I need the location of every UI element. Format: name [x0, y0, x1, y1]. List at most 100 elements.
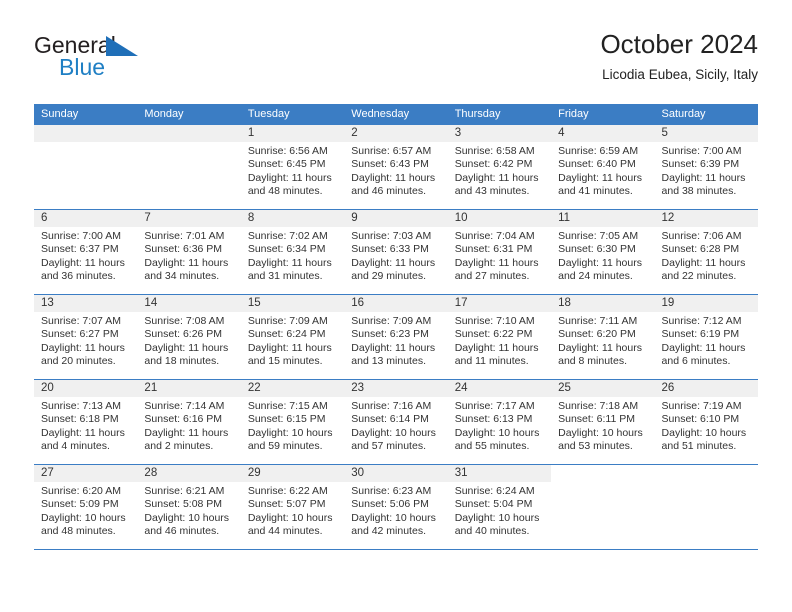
calendar-cell-day-28[interactable]: 28 Sunrise: 6:21 AM Sunset: 5:08 PM Dayligh…	[137, 464, 241, 550]
day-cell: 11 Sunrise: 7:05 AM Sunset: 6:30 PM Dayligh…	[551, 210, 655, 294]
calendar-cell-day-21[interactable]: 21 Sunrise: 7:14 AM Sunset: 6:16 PM Dayligh…	[137, 379, 241, 465]
day-cell: 4 Sunrise: 6:59 AM Sunset: 6:40 PM Daylight…	[551, 125, 655, 209]
sunrise-text: Sunrise: 7:09 AM	[351, 315, 432, 327]
day-cell	[137, 125, 241, 209]
day-cell: 28 Sunrise: 6:21 AM Sunset: 5:08 PM Dayligh…	[137, 465, 241, 549]
calendar-cell-day-19[interactable]: 19 Sunrise: 7:12 AM Sunset: 6:19 PM Dayligh…	[654, 294, 758, 380]
calendar-cell-day-7[interactable]: 7 Sunrise: 7:01 AM Sunset: 6:36 PM Daylight…	[137, 209, 241, 295]
day-number: 20	[34, 380, 138, 397]
calendar-cell-empty	[34, 125, 138, 210]
daylight-text: Daylight: 10 hours and 40 minutes.	[454, 511, 540, 537]
calendar-week-row: 6 Sunrise: 7:00 AM Sunset: 6:37 PM Daylight…	[34, 209, 758, 295]
day-details: Sunrise: 6:58 AM Sunset: 6:42 PM Daylight:…	[448, 142, 551, 198]
calendar-cell-day-2[interactable]: 2 Sunrise: 6:57 AM Sunset: 6:43 PM Daylight…	[344, 125, 448, 210]
page-title: October 2024	[600, 29, 758, 59]
day-cell: 30 Sunrise: 6:23 AM Sunset: 5:06 PM Dayligh…	[344, 465, 448, 549]
day-details: Sunrise: 6:21 AM Sunset: 5:08 PM Daylight:…	[137, 482, 240, 538]
day-details: Sunrise: 7:01 AM Sunset: 6:36 PM Daylight:…	[137, 227, 240, 283]
daylight-text: Daylight: 10 hours and 44 minutes.	[247, 511, 333, 537]
brand-logo[interactable]: General Blue	[34, 32, 224, 90]
calendar-cell-day-11[interactable]: 11 Sunrise: 7:05 AM Sunset: 6:30 PM Dayligh…	[551, 209, 655, 295]
sunset-text: Sunset: 6:37 PM	[41, 243, 119, 256]
calendar-cell-day-23[interactable]: 23 Sunrise: 7:16 AM Sunset: 6:14 PM Dayligh…	[344, 379, 448, 465]
day-number: 15	[240, 295, 345, 312]
day-cell: 24 Sunrise: 7:17 AM Sunset: 6:13 PM Dayligh…	[447, 380, 552, 464]
calendar-cell-day-4[interactable]: 4 Sunrise: 6:59 AM Sunset: 6:40 PM Daylight…	[551, 125, 655, 210]
calendar-week-row: 27 Sunrise: 6:20 AM Sunset: 5:09 PM Dayligh…	[34, 464, 758, 550]
daylight-text: Daylight: 11 hours and 41 minutes.	[558, 171, 642, 197]
sunset-text: Sunset: 5:07 PM	[247, 498, 326, 511]
day-cell: 12 Sunrise: 7:06 AM Sunset: 6:28 PM Dayligh…	[654, 210, 758, 294]
sunset-text: Sunset: 5:08 PM	[144, 498, 223, 511]
calendar-cell-day-25[interactable]: 25 Sunrise: 7:18 AM Sunset: 6:11 PM Dayligh…	[551, 379, 655, 465]
sunrise-text: Sunrise: 7:16 AM	[351, 400, 432, 412]
calendar-cell-day-5[interactable]: 5 Sunrise: 7:00 AM Sunset: 6:39 PM Daylight…	[654, 125, 758, 210]
sunset-text: Sunset: 6:14 PM	[351, 413, 429, 426]
calendar-cell-day-15[interactable]: 15 Sunrise: 7:09 AM Sunset: 6:24 PM Dayligh…	[240, 294, 345, 380]
sunset-text: Sunset: 6:28 PM	[661, 243, 740, 256]
calendar-cell-day-3[interactable]: 3 Sunrise: 6:58 AM Sunset: 6:42 PM Daylight…	[447, 125, 552, 210]
calendar-cell-day-26[interactable]: 26 Sunrise: 7:19 AM Sunset: 6:10 PM Dayligh…	[654, 379, 758, 465]
daylight-text: Daylight: 11 hours and 11 minutes.	[454, 341, 539, 367]
calendar-cell-day-16[interactable]: 16 Sunrise: 7:09 AM Sunset: 6:23 PM Dayligh…	[344, 294, 448, 380]
calendar-cell-day-12[interactable]: 12 Sunrise: 7:06 AM Sunset: 6:28 PM Dayligh…	[654, 209, 758, 295]
day-number: 19	[654, 295, 758, 312]
sunrise-text: Sunrise: 7:17 AM	[454, 400, 535, 412]
daylight-text: Daylight: 11 hours and 31 minutes.	[247, 256, 332, 282]
sunrise-text: Sunrise: 7:15 AM	[247, 400, 328, 412]
calendar-cell-day-31[interactable]: 31 Sunrise: 6:24 AM Sunset: 5:04 PM Dayligh…	[447, 464, 552, 550]
calendar-cell-day-8[interactable]: 8 Sunrise: 7:02 AM Sunset: 6:34 PM Daylight…	[240, 209, 345, 295]
day-details: Sunrise: 6:56 AM Sunset: 6:45 PM Daylight:…	[241, 142, 344, 198]
sunset-text: Sunset: 6:42 PM	[454, 158, 533, 171]
day-cell: 25 Sunrise: 7:18 AM Sunset: 6:11 PM Dayligh…	[551, 380, 655, 464]
calendar-table: Sunday Monday Tuesday Wednesday Thursday Frid…	[34, 104, 758, 550]
calendar-cell-day-18[interactable]: 18 Sunrise: 7:11 AM Sunset: 6:20 PM Dayligh…	[551, 294, 655, 380]
day-details: Sunrise: 7:03 AM Sunset: 6:33 PM Daylight:…	[344, 227, 447, 283]
calendar-cell-day-24[interactable]: 24 Sunrise: 7:17 AM Sunset: 6:13 PM Dayligh…	[447, 379, 552, 465]
day-number: 23	[344, 380, 448, 397]
daylight-text: Daylight: 11 hours and 15 minutes.	[247, 341, 332, 367]
calendar-cell-day-6[interactable]: 6 Sunrise: 7:00 AM Sunset: 6:37 PM Daylight…	[34, 209, 138, 295]
sunset-text: Sunset: 6:34 PM	[247, 243, 326, 256]
calendar-cell-day-30[interactable]: 30 Sunrise: 6:23 AM Sunset: 5:06 PM Dayligh…	[344, 464, 448, 550]
sunset-text: Sunset: 6:43 PM	[351, 158, 429, 171]
calendar-cell-day-20[interactable]: 20 Sunrise: 7:13 AM Sunset: 6:18 PM Dayligh…	[34, 379, 138, 465]
calendar-cell-day-9[interactable]: 9 Sunrise: 7:03 AM Sunset: 6:33 PM Daylight…	[344, 209, 448, 295]
sunrise-text: Sunrise: 7:09 AM	[247, 315, 328, 327]
calendar-body: 1 Sunrise: 6:56 AM Sunset: 6:45 PM Daylight…	[34, 125, 758, 550]
day-details: Sunrise: 7:14 AM Sunset: 6:16 PM Daylight:…	[137, 397, 240, 453]
day-details: Sunrise: 7:10 AM Sunset: 6:22 PM Daylight:…	[448, 312, 551, 368]
day-details: Sunrise: 7:05 AM Sunset: 6:30 PM Daylight:…	[551, 227, 654, 283]
calendar-cell-day-1[interactable]: 1 Sunrise: 6:56 AM Sunset: 6:45 PM Daylight…	[240, 125, 345, 210]
day-number: 10	[447, 210, 552, 227]
day-number: 27	[34, 465, 138, 482]
day-number: 6	[34, 210, 138, 227]
sunset-text: Sunset: 6:23 PM	[351, 328, 429, 341]
sunrise-text: Sunrise: 6:22 AM	[247, 485, 328, 497]
day-number: 7	[137, 210, 241, 227]
daylight-text: Daylight: 11 hours and 22 minutes.	[661, 256, 746, 282]
sunrise-text: Sunrise: 7:03 AM	[351, 230, 432, 242]
day-number: 21	[137, 380, 241, 397]
calendar-cell-day-27[interactable]: 27 Sunrise: 6:20 AM Sunset: 5:09 PM Dayligh…	[34, 464, 138, 550]
calendar-week-row: 13 Sunrise: 7:07 AM Sunset: 6:27 PM Dayligh…	[34, 294, 758, 380]
calendar-cell-day-22[interactable]: 22 Sunrise: 7:15 AM Sunset: 6:15 PM Dayligh…	[240, 379, 345, 465]
day-number: 18	[551, 295, 655, 312]
calendar-cell-day-29[interactable]: 29 Sunrise: 6:22 AM Sunset: 5:07 PM Dayligh…	[240, 464, 345, 550]
day-cell: 15 Sunrise: 7:09 AM Sunset: 6:24 PM Dayligh…	[240, 295, 345, 379]
sunrise-text: Sunrise: 7:05 AM	[558, 230, 639, 242]
day-cell: 8 Sunrise: 7:02 AM Sunset: 6:34 PM Daylight…	[240, 210, 345, 294]
sunrise-text: Sunrise: 7:00 AM	[661, 145, 742, 157]
sunset-text: Sunset: 6:19 PM	[661, 328, 740, 341]
calendar-cell-day-10[interactable]: 10 Sunrise: 7:04 AM Sunset: 6:31 PM Dayligh…	[447, 209, 552, 295]
calendar-cell-empty	[654, 464, 758, 550]
day-cell	[655, 465, 758, 549]
daylight-text: Daylight: 11 hours and 4 minutes.	[41, 426, 125, 452]
calendar-cell-day-13[interactable]: 13 Sunrise: 7:07 AM Sunset: 6:27 PM Dayligh…	[34, 294, 138, 380]
daylight-text: Daylight: 11 hours and 8 minutes.	[558, 341, 642, 367]
calendar-cell-day-17[interactable]: 17 Sunrise: 7:10 AM Sunset: 6:22 PM Dayligh…	[447, 294, 552, 380]
daylight-text: Daylight: 11 hours and 18 minutes.	[144, 341, 229, 367]
daylight-text: Daylight: 10 hours and 57 minutes.	[351, 426, 436, 452]
calendar-cell-day-14[interactable]: 14 Sunrise: 7:08 AM Sunset: 6:26 PM Dayligh…	[137, 294, 241, 380]
sunrise-text: Sunrise: 7:14 AM	[144, 400, 225, 412]
